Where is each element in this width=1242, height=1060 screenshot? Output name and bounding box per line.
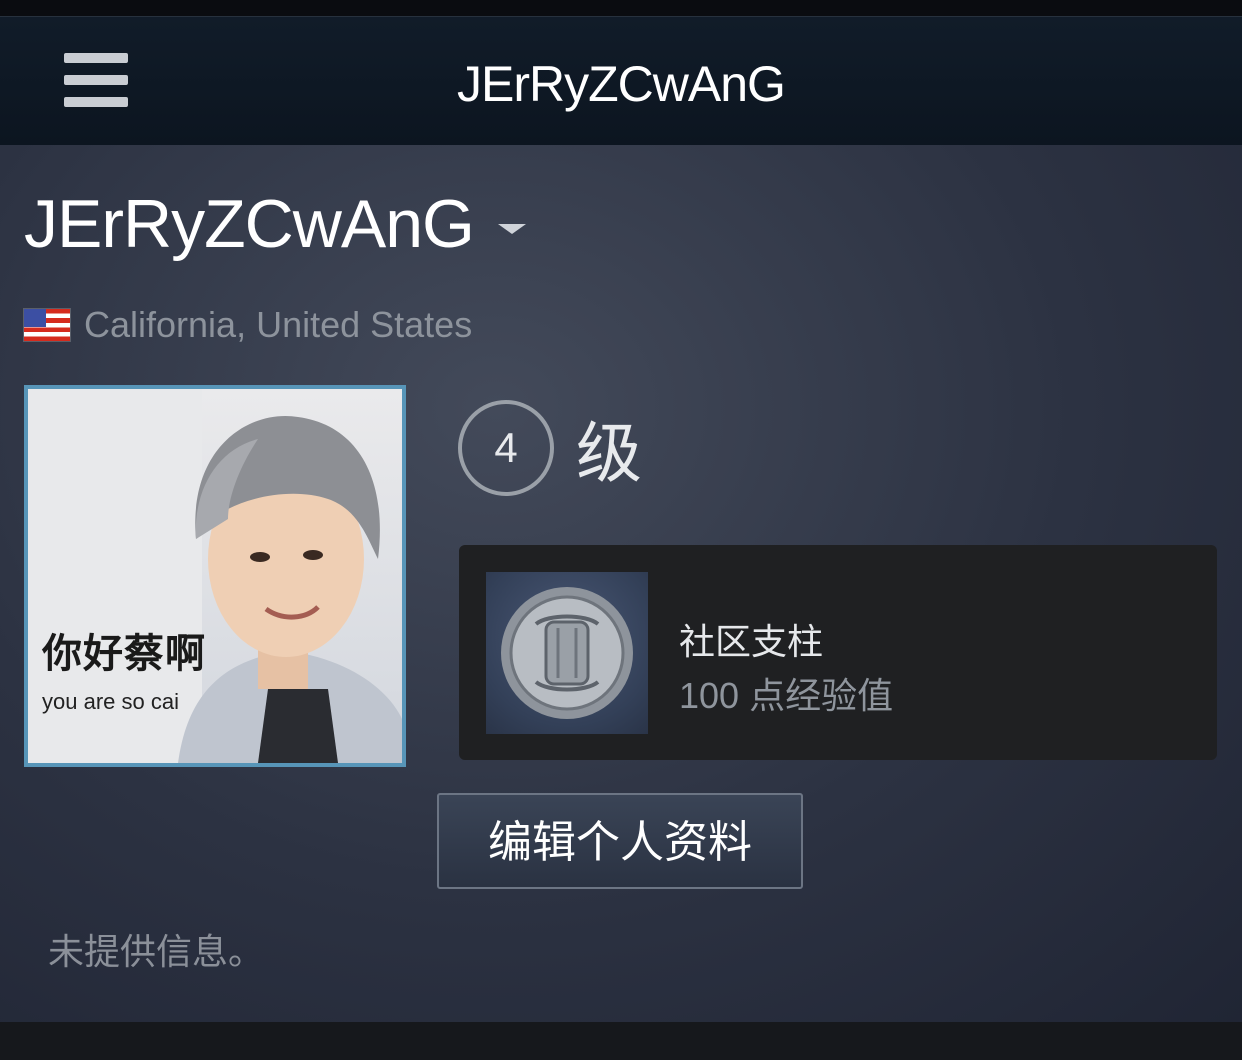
caret-down-icon[interactable] bbox=[497, 224, 526, 235]
badge-card[interactable]: 社区支柱 100 点经验值 bbox=[459, 545, 1217, 760]
level-label: 级 bbox=[576, 416, 642, 490]
status-strip bbox=[0, 0, 1242, 16]
avatar-caption: 你好蔡啊 you are so cai bbox=[42, 632, 206, 714]
location-text: California, United States bbox=[84, 304, 473, 345]
profile-summary: 未提供信息。 bbox=[48, 931, 265, 972]
location: California, United States bbox=[24, 304, 473, 345]
pillar-coin-icon bbox=[486, 572, 648, 734]
bottom-bar bbox=[0, 1022, 1242, 1060]
level-indicator: 4 级 bbox=[458, 400, 642, 496]
top-bar: JErRyZCwAnG bbox=[0, 16, 1242, 146]
profile-panel: JErRyZCwAnG California, United States 你好… bbox=[0, 145, 1242, 1022]
level-badge: 4 bbox=[458, 400, 554, 496]
profile-name: JErRyZCwAnG bbox=[24, 186, 475, 262]
header-title: JErRyZCwAnG bbox=[457, 56, 786, 112]
edit-profile-button[interactable]: 编辑个人资料 bbox=[437, 793, 803, 889]
us-flag-icon bbox=[24, 309, 70, 341]
badge-xp: 100 点经验值 bbox=[679, 675, 894, 716]
avatar[interactable]: 你好蔡啊 you are so cai bbox=[24, 385, 406, 767]
badge-name: 社区支柱 bbox=[679, 621, 824, 662]
profile-name-dropdown[interactable]: JErRyZCwAnG bbox=[24, 185, 526, 263]
